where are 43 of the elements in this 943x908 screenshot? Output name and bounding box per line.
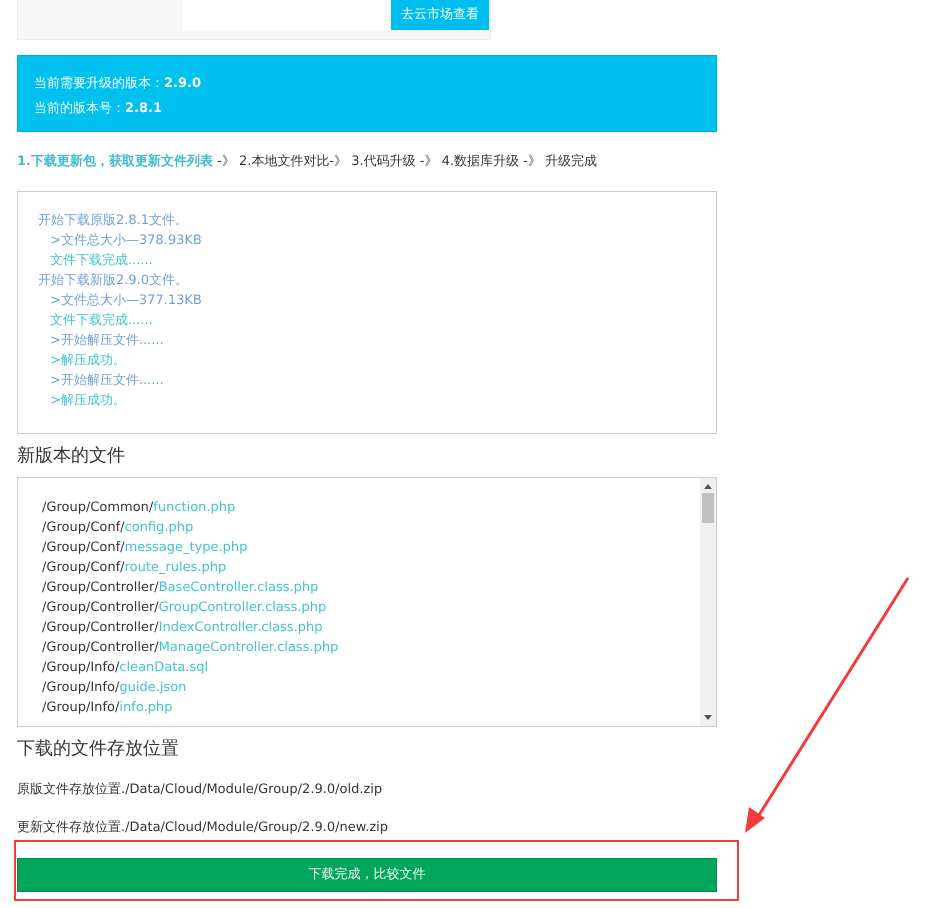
file-path: /Group/Info/cleanData.sql [42,658,210,676]
log-line: >文件总大小—377.13KB [49,292,203,310]
file-path: /Group/Info/info.php [42,698,174,716]
cloud-market-button[interactable]: 去云市场查看 [391,0,489,30]
scrollbar[interactable] [700,478,716,726]
log-line: >解压成功。 [49,352,127,370]
step-arrow: -》 [522,154,541,169]
file-path: /Group/Conf/route_rules.php [42,558,228,576]
log-line: 文件下载完成...... [49,312,154,330]
log-line: 开始下载原版2.8.1文件。 [38,212,190,230]
file-path: /Group/Info/guide.json [42,678,188,696]
input-field[interactable] [183,0,391,30]
location-text: 原版文件存放位置./Data/Cloud/Module/Group/2.9.0/old.zip [17,780,384,798]
scroll-up-icon[interactable] [704,484,712,488]
section-title: 下载的文件存放位置 [17,736,180,760]
log-line: >解压成功。 [49,392,127,410]
file-path: /Group/Common/function.php [42,498,236,516]
scroll-thumb[interactable] [702,492,714,522]
compare-button[interactable]: 下载完成，比较文件 [17,858,717,892]
step-arrow: -》 [418,154,438,169]
file-path: /Group/Conf/message_type.php [42,538,248,556]
version-text: 当前需要升级的版本：2.9.0 [34,75,202,93]
file-path: /Group/Controller/GroupController.class.php [42,598,328,616]
file-path: /Group/Conf/config.php [42,518,194,536]
log-line: 文件下载完成...... [49,252,154,270]
step-label: 3.代码升级 [351,154,416,169]
log-line: 开始下载新版2.9.0文件。 [38,272,190,290]
log-line: >开始解压文件...... [49,332,165,350]
log-line: >文件总大小—378.93KB [49,232,203,250]
location-text: 更新文件存放位置./Data/Cloud/Module/Group/2.9.0/new.zip [17,818,390,836]
section-title: 新版本的文件 [17,444,126,468]
file-path: /Group/Controller/BaseController.class.php [42,578,320,596]
step-label: 升级完成 [544,154,597,169]
step-label: 2.本地文件对比 [238,154,330,169]
step-arrow: -》 [216,154,235,169]
scroll-down-icon[interactable] [704,714,712,720]
step-label: 4.数据库升级 [442,154,519,169]
file-path: /Group/Controller/IndexController.class.php [42,618,324,636]
step-arrow: -》 [329,154,348,169]
file-path: /Group/Controller/ManageController.class.php [42,638,340,656]
log-line: >开始解压文件...... [49,372,165,390]
step-label: 1.下载更新包，获取更新文件列表 [17,154,213,169]
version-text: 当前的版本号：2.8.1 [34,100,164,118]
